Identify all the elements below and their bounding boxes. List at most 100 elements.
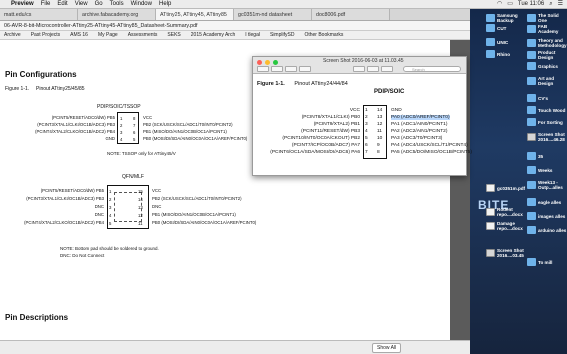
- desktop-item[interactable]: Weeks: [527, 166, 552, 174]
- menu-list-icon[interactable]: ☰: [558, 0, 563, 9]
- desktop-item[interactable]: gc0351m.pdf: [486, 184, 525, 192]
- pin-label: PB1 (MISO/DO/AIN1/OC0B/OC1A/PCINT1): [143, 129, 227, 134]
- bookmark[interactable]: Assessments: [128, 31, 158, 39]
- desktop-item[interactable]: images alles: [527, 212, 565, 220]
- desktop-item-label: Rodent repo....docx: [497, 207, 523, 217]
- pin-number: 3: [120, 130, 123, 135]
- folder-icon: [527, 77, 536, 85]
- menu-file[interactable]: File: [41, 0, 51, 9]
- zoom-out-button[interactable]: [271, 66, 283, 72]
- preview-pin-label: PA4 (ADC4/USCK/SCL/T1/PCINT4): [391, 143, 468, 148]
- preview-toolbar: Screen Shot 2016-06-03 at 11.03.45 Searc…: [253, 57, 466, 74]
- zoom-button[interactable]: [273, 60, 278, 65]
- menu-view[interactable]: View: [75, 0, 88, 9]
- preview-figure-caption: Pinout ATtiny24/44/84: [294, 81, 348, 87]
- wifi-icon[interactable]: ◠: [497, 0, 502, 9]
- bookmark[interactable]: AMS 16: [70, 31, 88, 39]
- preview-pin-number: 13: [377, 115, 383, 120]
- preview-pin-label[interactable]: PA0 (ADC0/AREF/PCINT0): [391, 115, 450, 120]
- bookmark[interactable]: Archive: [4, 31, 21, 39]
- menu-window[interactable]: Window: [131, 0, 152, 9]
- pdip-title: PDIP/SOIC/TSSOP: [97, 104, 141, 110]
- bookmark[interactable]: SimplifySD: [270, 31, 294, 39]
- desktop-item[interactable]: Week13 - Outp...alles: [527, 180, 567, 190]
- folder-icon: [527, 62, 536, 70]
- desktop-item[interactable]: The Solid One: [527, 13, 567, 23]
- desktop-item[interactable]: arduino alles: [527, 226, 566, 234]
- search-icon[interactable]: ⌕: [549, 0, 552, 9]
- folder-icon: [486, 50, 495, 58]
- browser-tab-active[interactable]: ATtiny25, ATtiny45, ATtiny85: [156, 9, 234, 20]
- menubar-app-name[interactable]: Preview: [11, 0, 34, 9]
- desktop-item[interactable]: Rhino: [486, 50, 510, 58]
- desktop-item[interactable]: eagle alles: [527, 198, 561, 206]
- desktop-item[interactable]: For Sorting: [527, 118, 563, 126]
- markup-button[interactable]: [353, 66, 365, 72]
- desktop-item[interactable]: Art and Design: [527, 76, 567, 86]
- desktop-item-label: Screen Shot 2016....46.28: [538, 132, 565, 142]
- browser-tab[interactable]: archive.fabacademy.org: [78, 9, 156, 20]
- desktop-item-label: eagle alles: [538, 199, 562, 205]
- desktop-item[interactable]: Samsung Backup: [486, 13, 531, 23]
- desktop-item[interactable]: Screen Shot 2016....46.28: [527, 132, 567, 142]
- pin-label: VCC: [143, 115, 153, 120]
- address-bar[interactable]: 06-AVR-8-bit-Microcontroller-ATtiny25-AT…: [0, 21, 470, 31]
- menu-tools[interactable]: Tools: [110, 0, 124, 9]
- preview-pin-number: 14: [377, 108, 383, 113]
- bookmark[interactable]: Past Projects: [31, 31, 60, 39]
- folder-icon: [527, 118, 536, 126]
- bookmark[interactable]: 2015 Academy Arch: [191, 31, 235, 39]
- desktop-item-label: Damage repo....docx: [497, 221, 523, 231]
- highlight-button[interactable]: [381, 66, 393, 72]
- desktop-item[interactable]: CUT: [486, 24, 506, 32]
- desktop-item[interactable]: Screen Shot 2016....03.45: [486, 248, 531, 258]
- shot-icon: [486, 249, 495, 257]
- desktop-item[interactable]: Product Design: [527, 50, 567, 60]
- menu-edit[interactable]: Edit: [57, 0, 67, 9]
- share-button[interactable]: [299, 66, 311, 72]
- pin-number: 5: [133, 137, 136, 142]
- desktop-item-label: Week13 - Outp...alles: [538, 180, 563, 190]
- desktop-item[interactable]: Rodent repo....docx: [486, 207, 531, 217]
- bookmark-other[interactable]: Other Bookmarks: [304, 31, 343, 39]
- menu-go[interactable]: Go: [95, 0, 103, 9]
- rotate-button[interactable]: [367, 66, 379, 72]
- show-all-button[interactable]: Show All: [372, 343, 402, 353]
- browser-tab[interactable]: gc0351m-nd datasheet: [234, 9, 312, 20]
- search-input[interactable]: Search: [403, 66, 461, 72]
- preview-title: Screen Shot 2016-06-03 at 11.03.45: [323, 58, 404, 64]
- bookmark[interactable]: I tlegal: [245, 31, 260, 39]
- browser-tab[interactable]: matt.edu/cs: [0, 9, 78, 20]
- folder-icon: [527, 94, 536, 102]
- desktop-item[interactable]: 35: [527, 152, 543, 160]
- browser-tab[interactable]: doc8006.pdf: [312, 9, 390, 20]
- desktop-item[interactable]: CV's: [527, 94, 548, 102]
- desktop-item[interactable]: Graphics: [527, 62, 558, 70]
- pin-label: VCC: [152, 188, 162, 193]
- desktop-item[interactable]: Theory and Methodology: [527, 38, 567, 48]
- sidebar-toggle-button[interactable]: [257, 66, 269, 72]
- shot-icon: [527, 133, 536, 141]
- desktop-item[interactable]: UNIC: [486, 38, 508, 46]
- desktop-item[interactable]: To mill: [527, 258, 552, 266]
- minimize-button[interactable]: [265, 60, 270, 65]
- desktop-item[interactable]: Damage repo....docx: [486, 221, 531, 231]
- screen: Preview File Edit View Go Tools Window H…: [0, 0, 567, 354]
- zoom-in-button[interactable]: [285, 66, 297, 72]
- menu-help[interactable]: Help: [159, 0, 171, 9]
- desktop-item[interactable]: FAB Academy: [527, 24, 567, 34]
- clock[interactable]: Tue 11:06: [518, 0, 544, 9]
- folder-icon: [527, 25, 536, 33]
- file-icon: [486, 184, 495, 192]
- desktop-item-label: arduino alles: [538, 227, 567, 233]
- folder-icon: [527, 166, 536, 174]
- bookmark[interactable]: My Page: [98, 31, 118, 39]
- preview-pin-number: 7: [365, 150, 368, 155]
- battery-icon[interactable]: ▭: [507, 0, 513, 9]
- downloads-bar: Show All: [0, 340, 470, 354]
- pin-number: 3: [109, 205, 112, 210]
- preview-pin-number: 4: [365, 129, 368, 134]
- desktop-item[interactable]: Touch Wood: [527, 106, 565, 114]
- close-button[interactable]: [257, 60, 262, 65]
- bookmark[interactable]: SEKS: [167, 31, 180, 39]
